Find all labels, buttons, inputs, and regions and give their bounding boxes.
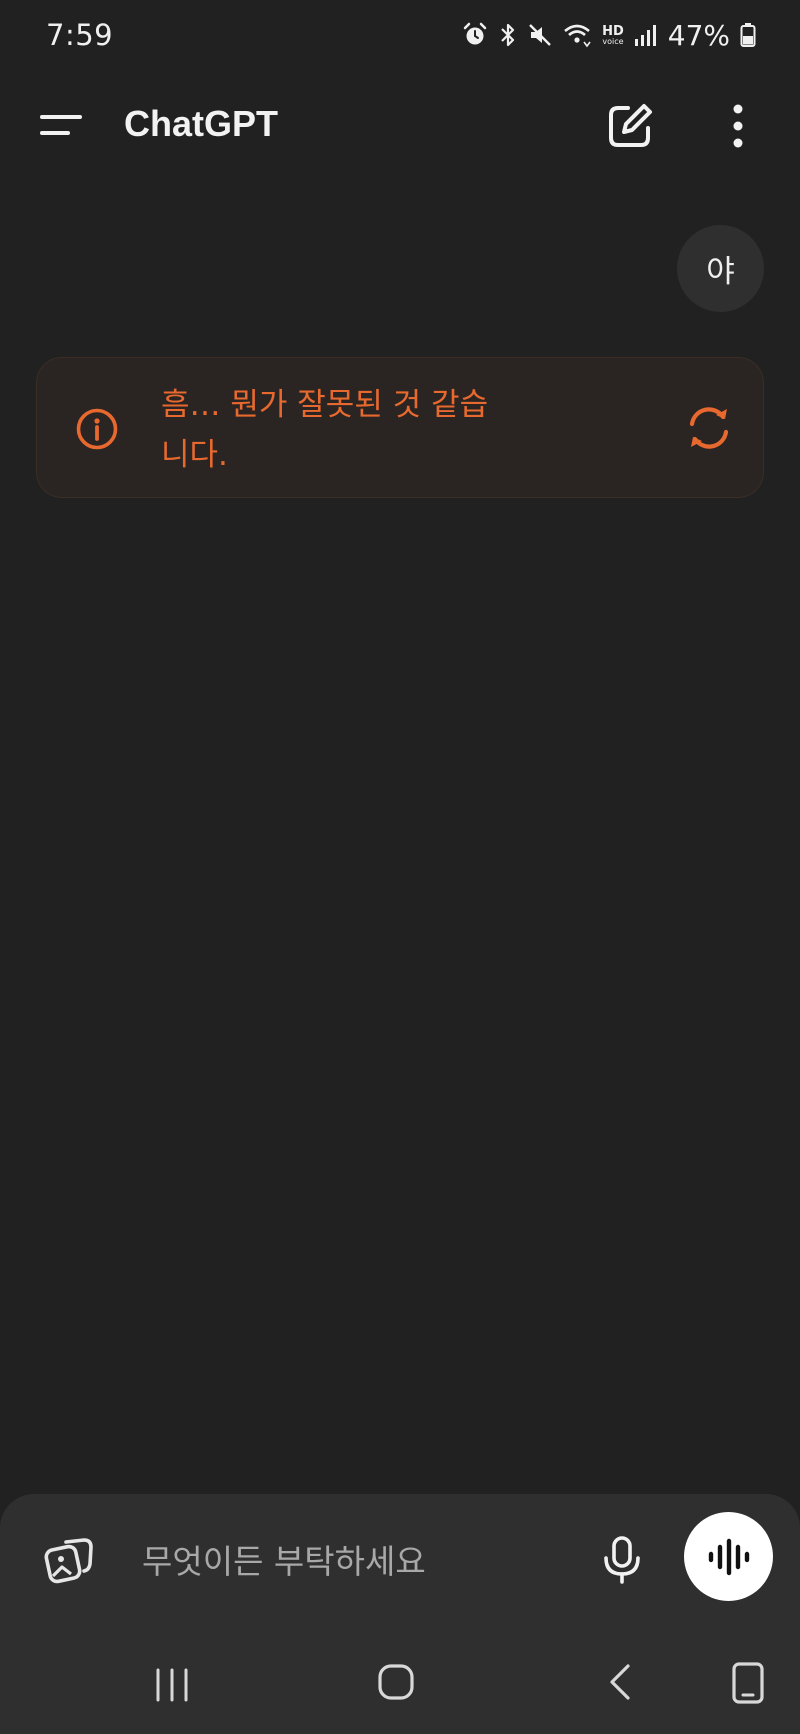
system-nav-bar	[0, 1640, 800, 1734]
rotate-icon	[732, 1662, 764, 1704]
signal-icon	[634, 25, 656, 46]
hd-voice-icon: HD voice	[602, 25, 624, 46]
attach-image-icon	[44, 1538, 93, 1584]
new-chat-icon	[609, 104, 652, 147]
alarm-icon	[463, 22, 487, 45]
attach-image-button[interactable]	[44, 1534, 96, 1586]
new-chat-button[interactable]	[606, 102, 654, 150]
dictate-button[interactable]	[600, 1534, 644, 1586]
back-icon	[610, 1664, 630, 1700]
error-message-card: 흠… 뭔가 잘못된 것 같습니다.	[36, 357, 764, 498]
more-vertical-icon	[733, 104, 743, 148]
prompt-input[interactable]	[140, 1530, 584, 1592]
status-icons: HD voice 47%	[462, 19, 756, 52]
recents-icon	[156, 1668, 188, 1702]
more-options-button[interactable]	[718, 102, 758, 150]
home-icon	[378, 1664, 414, 1700]
battery-percent: 47%	[667, 18, 730, 52]
user-message-text: 야	[706, 254, 735, 290]
recents-button[interactable]	[150, 1662, 194, 1706]
home-button[interactable]	[374, 1660, 418, 1704]
info-icon	[76, 408, 118, 450]
app-title: ChatGPT	[124, 103, 279, 144]
status-bar: 7:59 HD voice 47%	[0, 0, 800, 70]
voice-mode-icon	[708, 1538, 749, 1575]
voice-mode-button[interactable]	[684, 1512, 773, 1601]
status-time: 7:59	[46, 18, 114, 52]
back-button[interactable]	[602, 1660, 638, 1704]
refresh-icon	[689, 407, 729, 449]
wifi-icon	[564, 24, 591, 48]
menu-icon	[40, 115, 82, 135]
battery-icon	[740, 23, 756, 47]
user-message-bubble: 야	[677, 225, 764, 312]
retry-button[interactable]	[683, 402, 735, 454]
voice-label: voice	[602, 36, 624, 46]
rotate-button[interactable]	[728, 1658, 768, 1708]
hd-label: HD	[602, 23, 624, 39]
bluetooth-icon	[501, 23, 515, 47]
app-bar: ChatGPT	[0, 85, 800, 165]
sidebar-menu-button[interactable]	[36, 105, 86, 145]
error-message-text: 흠… 뭔가 잘못된 것 같습니다.	[161, 387, 489, 473]
microphone-icon	[604, 1536, 640, 1584]
mute-icon	[529, 24, 551, 46]
